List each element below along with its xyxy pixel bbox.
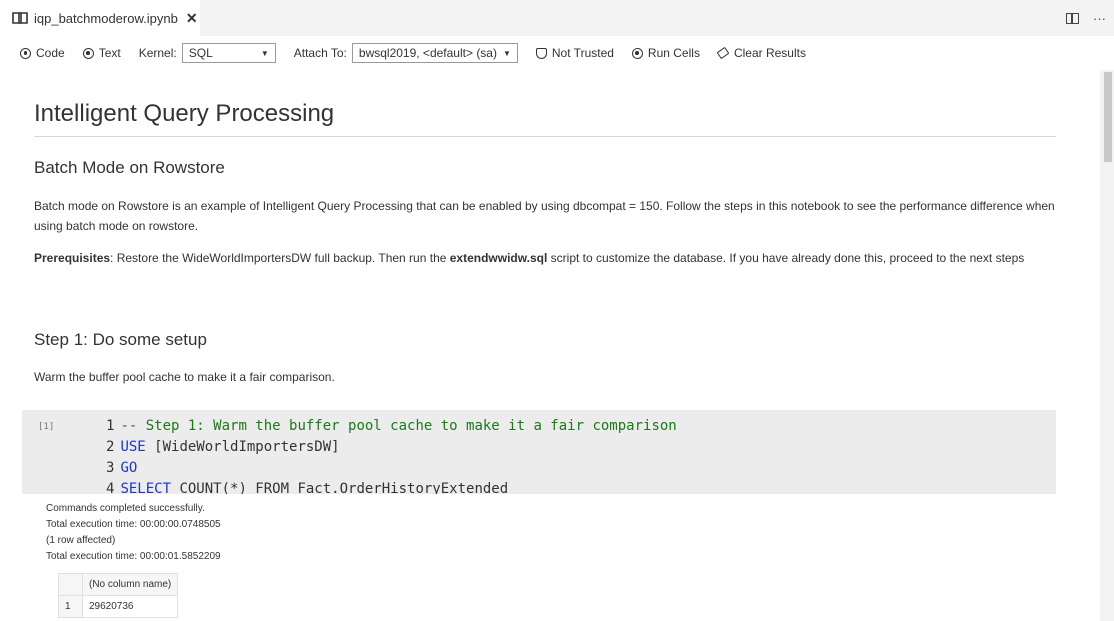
prereq-text-2: script to customize the database. If you… (547, 251, 1025, 265)
code-text: [WideWorldImportersDW] (145, 439, 340, 455)
column-header[interactable]: (No column name) (81, 573, 179, 596)
row-number-header (58, 573, 83, 596)
line-number: 1 (106, 418, 115, 434)
vertical-scrollbar[interactable] (1100, 70, 1114, 621)
output-line: Total execution time: 00:00:01.5852209 (46, 551, 221, 562)
result-header-row: (No column name) (58, 573, 179, 596)
code-line: 1 -- Step 1: Warm the buffer pool cache t… (106, 416, 677, 437)
add-code-label: Code (36, 46, 65, 60)
kernel-picker: Kernel: SQL ▼ (139, 43, 276, 63)
attach-value: bwsql2019, <default> (sa) (358, 46, 497, 60)
notebook-toolbar: Code Text Kernel: SQL ▼ Attach To: bwsql… (0, 36, 1114, 70)
more-actions-icon[interactable]: ··· (1093, 11, 1106, 26)
clear-results-label: Clear Results (733, 46, 806, 60)
code-keyword: USE (120, 439, 146, 455)
notebook-icon (12, 12, 28, 24)
add-code-icon (20, 47, 31, 59)
scrollbar-thumb[interactable] (1104, 72, 1112, 162)
tab-title: iqp_batchmoderow.ipynb (34, 10, 178, 26)
table-row[interactable]: 1 29620736 (58, 595, 179, 618)
row-number: 1 (58, 595, 83, 618)
shield-icon (535, 47, 547, 59)
add-text-icon (82, 47, 94, 59)
code-comment: -- Step 1: Warm the buffer pool cache to… (120, 418, 677, 434)
attach-label: Attach To: (293, 46, 347, 60)
attach-picker: Attach To: bwsql2019, <default> (sa) ▼ (294, 43, 518, 63)
title-divider (34, 136, 1056, 137)
tab-notebook[interactable]: iqp_batchmoderow.ipynb ✕ (0, 0, 200, 36)
step1-text: Warm the buffer pool cache to make it a … (34, 370, 335, 384)
output-line: Commands completed successfully. (46, 503, 205, 514)
add-code-button[interactable]: Code (20, 46, 65, 60)
clear-results-button[interactable]: Clear Results (716, 46, 806, 60)
table-cell[interactable]: 29620736 (81, 595, 179, 618)
eraser-icon (716, 46, 730, 60)
chevron-down-icon: ▼ (260, 48, 269, 58)
output-line: (1 row affected) (46, 535, 116, 546)
run-cells-label: Run Cells (647, 46, 700, 60)
add-text-button[interactable]: Text (82, 46, 121, 60)
chevron-down-icon: ▼ (502, 48, 511, 58)
attach-select[interactable]: bwsql2019, <default> (sa) ▼ (351, 43, 518, 63)
kernel-select[interactable]: SQL ▼ (181, 43, 276, 63)
code-text: COUNT(*) FROM Fact.OrderHistoryExtended (171, 481, 509, 494)
trust-label: Not Trusted (551, 46, 614, 60)
result-grid[interactable]: (No column name) 1 29620736 (58, 573, 179, 618)
code-cell[interactable]: [1] 1 -- Step 1: Warm the buffer pool cac… (22, 410, 1056, 494)
step1-heading: Step 1: Do some setup (34, 330, 207, 349)
kernel-label: Kernel: (138, 46, 177, 60)
code-keyword: GO (120, 460, 138, 476)
notebook-content: Intelligent Query Processing Batch Mode … (0, 70, 1100, 621)
run-icon (631, 47, 643, 59)
trust-button[interactable]: Not Trusted (535, 46, 614, 60)
line-number: 3 (106, 460, 115, 476)
output-line: Total execution time: 00:00:00.0748505 (46, 519, 221, 530)
code-editor[interactable]: 1 -- Step 1: Warm the buffer pool cache t… (106, 416, 677, 494)
split-editor-icon[interactable] (1066, 12, 1079, 24)
code-line: 3 GO (106, 458, 677, 479)
prerequisites-paragraph: Prerequisites: Restore the WideWorldImpo… (34, 248, 1064, 268)
section-heading: Batch Mode on Rowstore (34, 158, 225, 177)
prereq-label: Prerequisites (34, 251, 111, 265)
prereq-script: extendwwidw.sql (449, 251, 548, 265)
add-text-label: Text (98, 46, 121, 60)
line-number: 4 (106, 481, 115, 494)
code-line: 2 USE [WideWorldImportersDW] (106, 437, 677, 458)
close-icon[interactable]: ✕ (186, 10, 198, 27)
prereq-text-1: : Restore the WideWorldImportersDW full … (110, 251, 450, 265)
execution-count: [1] (38, 422, 55, 432)
code-keyword: SELECT (120, 481, 172, 494)
intro-paragraph: Batch mode on Rowstore is an example of … (34, 199, 1055, 233)
cell-output: Commands completed successfully. Total e… (46, 501, 221, 565)
run-cells-button[interactable]: Run Cells (631, 46, 700, 60)
notebook-title: Intelligent Query Processing (34, 100, 335, 127)
kernel-value: SQL (188, 46, 213, 60)
line-number: 2 (106, 439, 115, 455)
tab-bar: iqp_batchmoderow.ipynb ✕ ··· (0, 0, 1114, 36)
code-line: 4 SELECT COUNT(*) FROM Fact.OrderHistoryE… (106, 479, 677, 494)
